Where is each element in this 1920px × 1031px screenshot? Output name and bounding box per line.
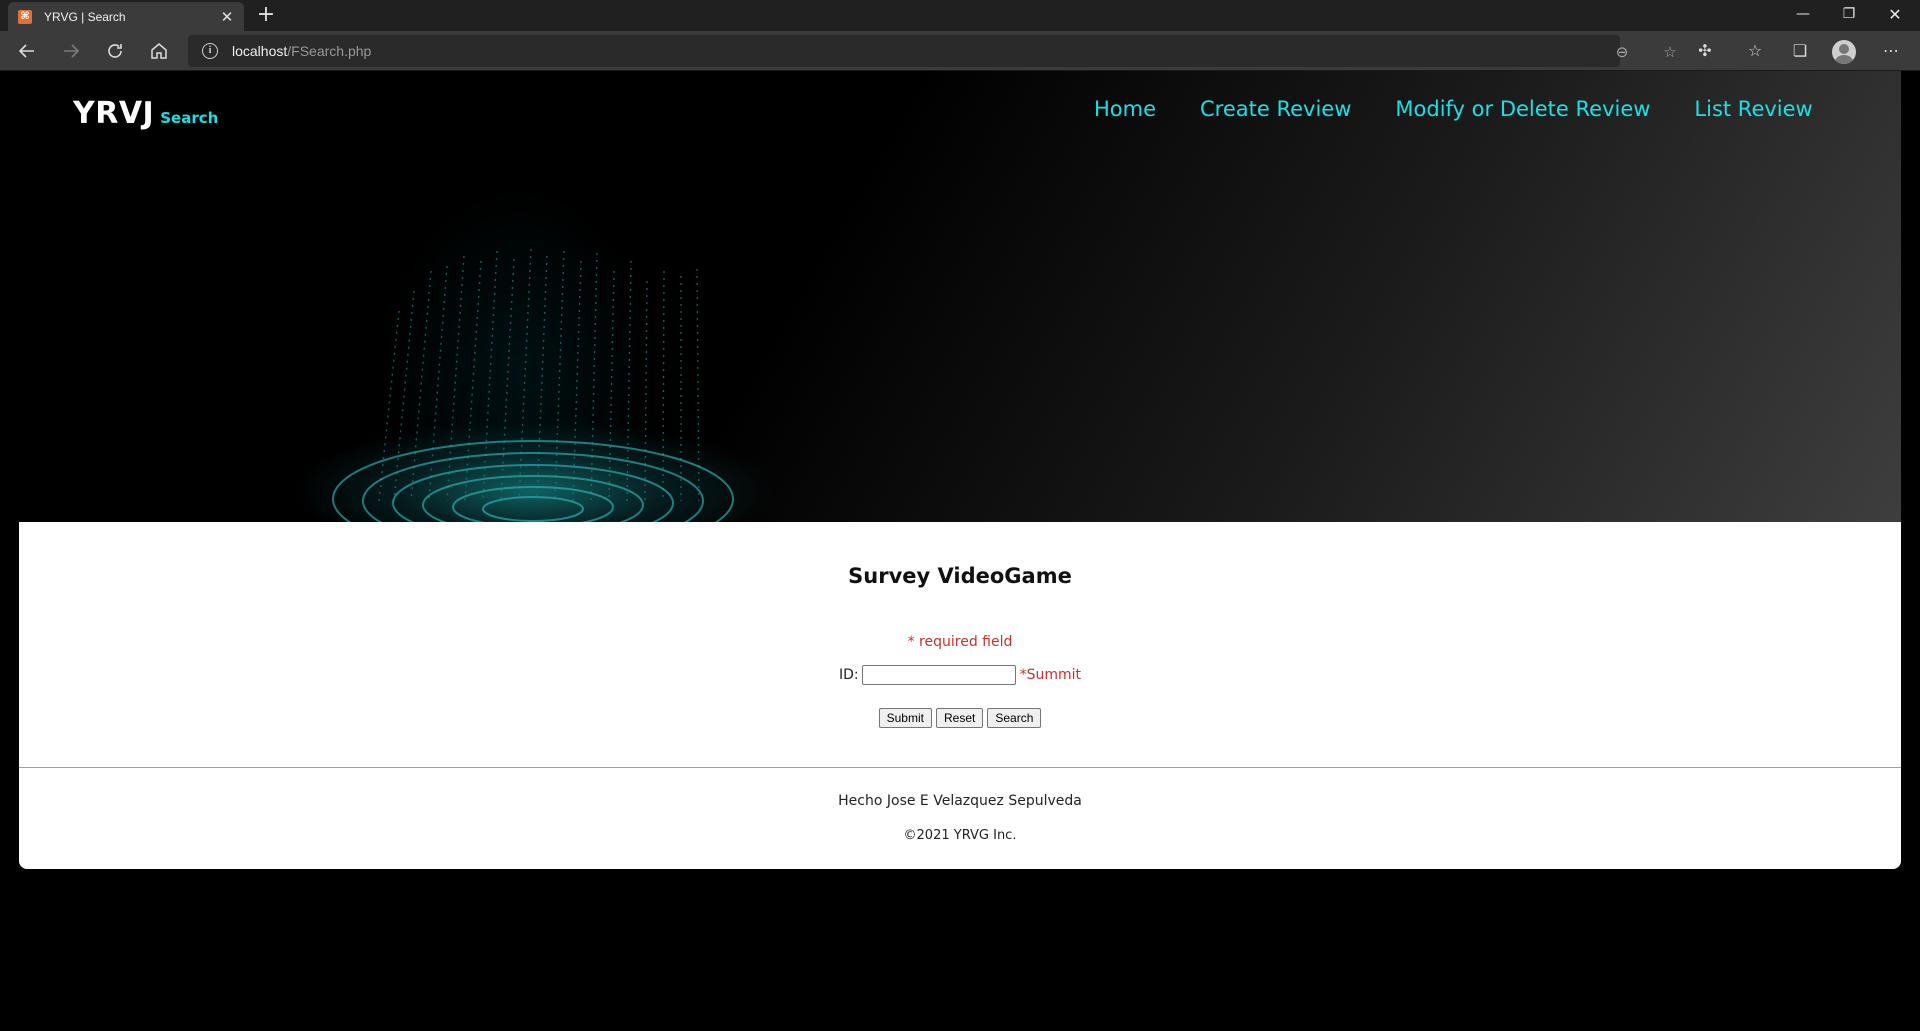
browser-titlebar: ⌘ YRVG | Search ✕ + — ❐ ✕	[0, 0, 1920, 31]
new-tab-icon[interactable]: +	[254, 4, 278, 28]
site-info-icon[interactable]: i	[202, 43, 218, 59]
id-error-message: *Summit	[1019, 667, 1082, 683]
search-button[interactable]: Search	[987, 708, 1042, 728]
back-icon[interactable]	[12, 36, 42, 66]
xampp-icon: ⌘	[18, 9, 32, 24]
form-title: Survey VideoGame	[848, 564, 1072, 588]
zoom-out-icon[interactable]: ⊖	[1610, 40, 1634, 64]
page-body: YRVJ Search Home Create Review Modify or…	[0, 71, 1920, 1031]
reset-button[interactable]: Reset	[935, 708, 984, 728]
brand-subtitle: Search	[160, 109, 219, 127]
restore-icon[interactable]: ❐	[1826, 0, 1872, 31]
nav-create-review[interactable]: Create Review	[1200, 97, 1351, 121]
minimize-icon[interactable]: —	[1780, 0, 1826, 31]
submit-button[interactable]: Submit	[878, 708, 932, 728]
id-input[interactable]	[861, 665, 1016, 685]
more-menu-icon[interactable]: ⋯	[1876, 36, 1906, 66]
id-label: ID:	[838, 667, 859, 683]
nav-list-review[interactable]: List Review	[1694, 97, 1812, 121]
form-buttons: Submit Reset Search	[19, 708, 1901, 728]
address-url[interactable]: localhost/FSearch.php	[232, 43, 371, 59]
collections-icon[interactable]: ❏	[1785, 36, 1815, 66]
profile-avatar-icon[interactable]	[1832, 40, 1856, 64]
main-nav: Home Create Review Modify or Delete Revi…	[1094, 97, 1857, 121]
tab-title: YRVG | Search	[44, 9, 126, 24]
digital-fingerprint-graphic	[332, 248, 734, 522]
brand-name: YRVJ	[73, 96, 155, 131]
browser-toolbar: i localhost/FSearch.php ⊖ ☆ ✣ ☆ ❏ ⋯	[0, 31, 1920, 71]
site-logo[interactable]: YRVJ Search	[73, 96, 218, 131]
refresh-icon[interactable]	[100, 36, 130, 66]
forward-icon[interactable]	[56, 36, 86, 66]
favorites-icon[interactable]: ☆	[1740, 36, 1770, 66]
footer-credit: Hecho Jose E Velazquez Sepulveda	[838, 793, 1082, 809]
browser-tab-active[interactable]: ⌘ YRVG | Search ✕	[8, 2, 244, 31]
address-host: localhost	[232, 43, 288, 59]
extensions-icon[interactable]: ✣	[1690, 36, 1720, 66]
search-form-card: Survey VideoGame * required field ID: *S…	[19, 522, 1901, 869]
close-window-icon[interactable]: ✕	[1872, 0, 1918, 31]
address-bar[interactable]: i localhost/FSearch.php ⊖ ☆	[188, 35, 1677, 67]
close-tab-icon[interactable]: ✕	[218, 8, 236, 26]
footer-divider	[19, 767, 1901, 768]
footer-copyright: ©2021 YRVG Inc.	[903, 828, 1017, 843]
required-field-note: * required field	[907, 634, 1013, 650]
id-field-row: ID: *Summit	[19, 665, 1901, 685]
nav-modify-delete-review[interactable]: Modify or Delete Review	[1395, 97, 1650, 121]
hero-banner: YRVJ Search Home Create Review Modify or…	[19, 71, 1901, 522]
nav-home[interactable]: Home	[1094, 97, 1156, 121]
home-icon[interactable]	[144, 36, 174, 66]
add-favorite-icon[interactable]: ☆	[1658, 40, 1682, 64]
address-path: /FSearch.php	[287, 43, 372, 59]
